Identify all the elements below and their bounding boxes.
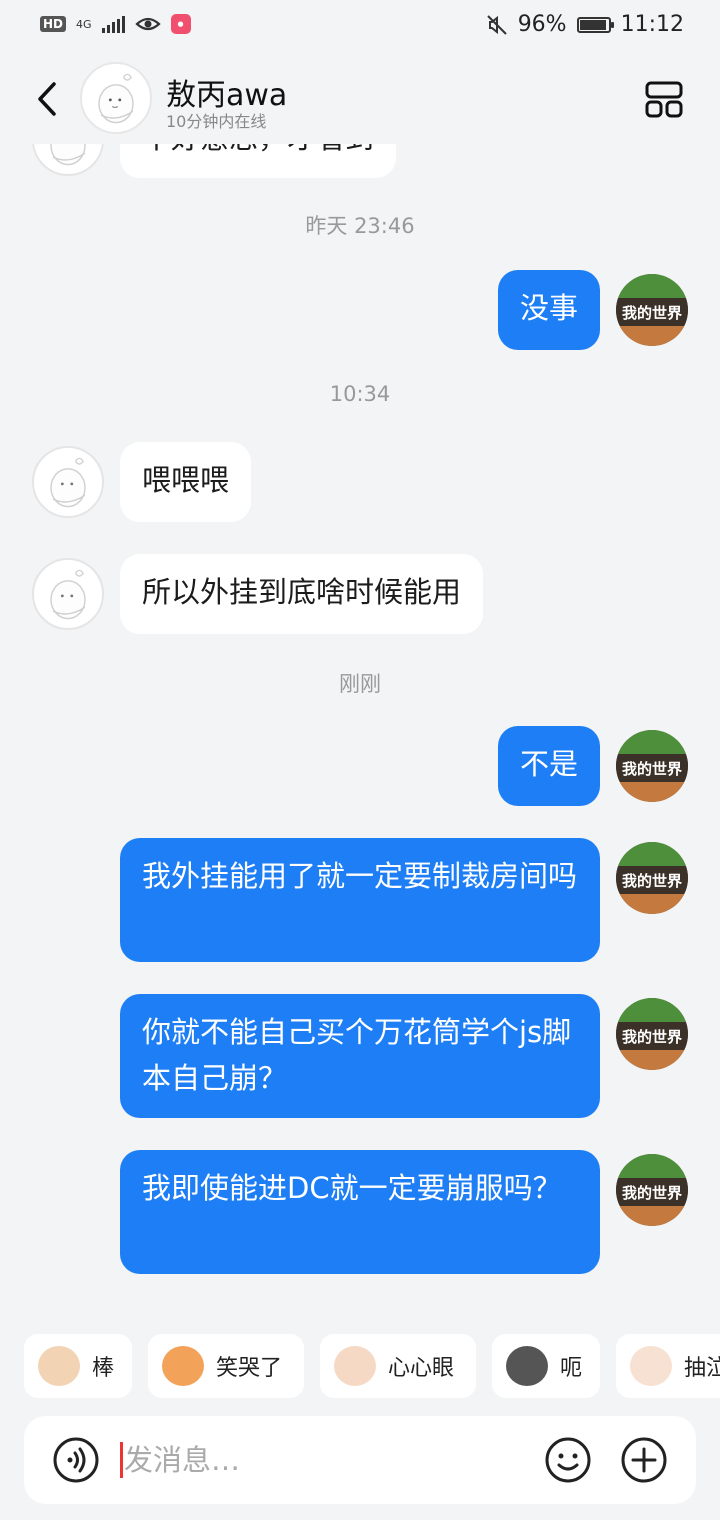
hd-icon: HD bbox=[40, 16, 67, 32]
message-bubble-out[interactable]: 我外挂能用了就一定要制裁房间吗 bbox=[120, 838, 600, 962]
my-avatar[interactable]: 我的世界 bbox=[616, 1154, 688, 1226]
app-notification-icon: ● bbox=[170, 14, 191, 34]
text-caret bbox=[120, 1442, 123, 1478]
status-bar: HD 4G ● 96% 11:12 bbox=[0, 0, 720, 56]
clock: 11:12 bbox=[620, 12, 684, 37]
message-bubble-out[interactable]: 不是 bbox=[497, 726, 600, 806]
online-status: 10分钟内在线 bbox=[166, 112, 267, 131]
my-avatar[interactable]: 我的世界 bbox=[616, 274, 688, 346]
timestamp: 刚刚 bbox=[339, 672, 381, 696]
message-bubble-out[interactable]: 你就不能自己买个万花筒学个js脚本自己崩？ bbox=[120, 994, 600, 1118]
my-avatar[interactable]: 我的世界 bbox=[616, 998, 688, 1070]
grey-cat-icon bbox=[506, 1346, 548, 1386]
svg-text:我的世界: 我的世界 bbox=[622, 1184, 682, 1202]
grid-layout-icon[interactable] bbox=[644, 80, 684, 120]
signal-icon bbox=[101, 15, 125, 33]
chat-header: 敖丙awa 10分钟内在线 bbox=[0, 56, 720, 144]
my-avatar[interactable]: 我的世界 bbox=[616, 730, 688, 802]
peer-avatar[interactable] bbox=[32, 558, 104, 630]
crying-cat-icon bbox=[630, 1346, 672, 1386]
voice-icon[interactable] bbox=[52, 1436, 100, 1484]
battery-percent: 96% bbox=[517, 12, 567, 37]
smiley-icon[interactable] bbox=[544, 1436, 592, 1484]
network-type: 4G bbox=[76, 17, 92, 31]
message-input[interactable] bbox=[124, 1440, 504, 1480]
emoji-chip[interactable]: 抽泣 bbox=[616, 1334, 720, 1398]
svg-text:我的世界: 我的世界 bbox=[622, 760, 682, 778]
message-bubble-partial[interactable]: 不好意思，才看到 bbox=[120, 144, 397, 178]
eye-icon bbox=[134, 17, 161, 31]
plus-circle-icon[interactable] bbox=[620, 1436, 668, 1484]
cat-face-icon bbox=[38, 1346, 80, 1386]
message-composer bbox=[24, 1416, 696, 1504]
svg-text:我的世界: 我的世界 bbox=[622, 1028, 682, 1046]
my-avatar[interactable]: 我的世界 bbox=[616, 842, 688, 914]
message-bubble-in[interactable]: 所以外挂到底啥时候能用 bbox=[120, 554, 484, 634]
peer-avatar[interactable] bbox=[32, 144, 104, 176]
emoji-chip[interactable]: 笑哭了 bbox=[148, 1334, 304, 1398]
peer-avatar[interactable] bbox=[32, 446, 104, 518]
mute-icon bbox=[486, 14, 507, 35]
battery-icon bbox=[576, 16, 614, 33]
timestamp: 10:34 bbox=[329, 382, 391, 406]
message-bubble-out[interactable]: 我即使能进DC就一定要崩服吗？ bbox=[120, 1150, 600, 1274]
laughing-cat-icon bbox=[162, 1346, 204, 1386]
emoji-chip[interactable]: 心心眼 bbox=[320, 1334, 476, 1398]
heart-eyes-cat-icon bbox=[334, 1346, 376, 1386]
emoji-chip[interactable]: 呃 bbox=[492, 1334, 600, 1398]
emoji-suggestion-bar: 棒 笑哭了 心心眼 呃 抽泣 bbox=[0, 1334, 720, 1402]
message-bubble-out[interactable]: 没事 bbox=[497, 270, 600, 350]
message-list[interactable]: 不好意思，才看到 昨天 23:46 没事 我的世界 10:34 喂喂喂 所以外挂… bbox=[0, 144, 720, 1324]
contact-avatar[interactable] bbox=[80, 62, 152, 134]
svg-text:我的世界: 我的世界 bbox=[622, 872, 682, 890]
chevron-left-icon[interactable] bbox=[30, 74, 70, 124]
timestamp: 昨天 23:46 bbox=[305, 214, 415, 238]
emoji-chip[interactable]: 棒 bbox=[24, 1334, 132, 1398]
svg-text:我的世界: 我的世界 bbox=[622, 304, 682, 322]
message-bubble-in[interactable]: 喂喂喂 bbox=[120, 442, 252, 522]
